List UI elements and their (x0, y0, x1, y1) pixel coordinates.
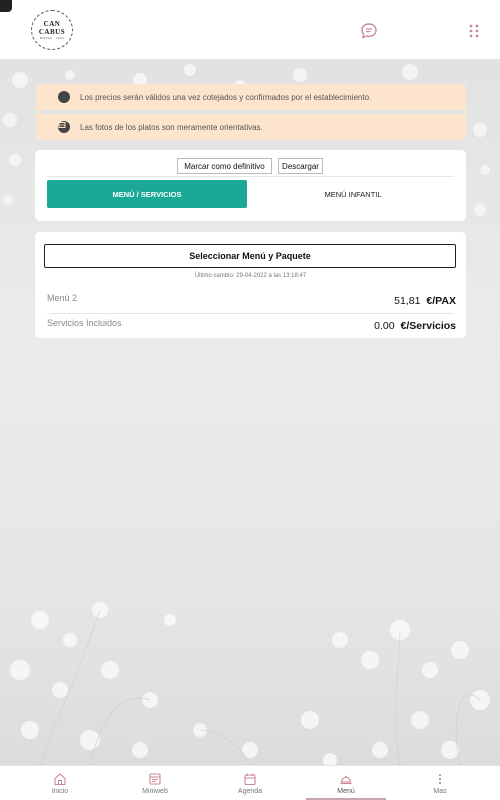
menu-selection-card: Seleccionar Menú y Paquete Último cambio… (35, 232, 466, 338)
floral-background: Los precios serán válidos una vez coteja… (0, 60, 500, 765)
grid-dots-icon[interactable] (468, 23, 480, 39)
mark-final-button[interactable]: Marcar como definitivo (177, 158, 272, 174)
services-row-label: Servicios Incluidos (47, 318, 122, 328)
menu-options-card: Marcar como definitivo Descargar MENÚ / … (35, 150, 466, 221)
nav-label: Agenda (237, 788, 263, 795)
logo-text-line1: CAN (43, 20, 61, 28)
calendar-icon (244, 773, 256, 786)
notice-text: Las fotos de los platos son meramente or… (80, 122, 263, 132)
home-icon (54, 773, 66, 786)
services-row-price: 0.00 €/Servicios (374, 320, 456, 332)
menu-row-label: Menú 2 (47, 293, 78, 303)
nav-label: Menú (337, 788, 355, 795)
nav-mas[interactable]: Mas (400, 766, 480, 800)
logo-text-line2: CABUS (38, 28, 66, 36)
corner-badge (0, 0, 12, 12)
moon-icon (58, 91, 70, 103)
logo-text-line3: MASIA · 1843 (39, 36, 65, 40)
nav-label: Inicio (51, 788, 69, 795)
chat-icon[interactable] (360, 22, 378, 40)
tab-menu-infantil[interactable]: MENÚ INFANTIL (253, 180, 453, 208)
nav-miniweb[interactable]: Miniweb (115, 766, 195, 800)
notice-prices: Los precios serán válidos una vez coteja… (36, 84, 466, 110)
miniweb-icon (149, 773, 161, 785)
menu-price-unit: €/PAX (426, 295, 456, 307)
menu-row-price: 51,81 €/PAX (394, 295, 456, 307)
nav-menu[interactable]: Menú (306, 766, 386, 800)
nav-inicio[interactable]: Inicio (20, 766, 100, 800)
services-price-unit: €/Servicios (400, 320, 456, 332)
nav-agenda[interactable]: Agenda (210, 766, 290, 800)
divider (47, 176, 454, 177)
more-vertical-icon (439, 774, 441, 784)
app-header: CAN CABUS MASIA · 1843 (0, 0, 500, 60)
notice-text: Los precios serán válidos una vez coteja… (80, 92, 372, 102)
services-price-amount: 0.00 (374, 320, 395, 332)
nav-label: Mas (433, 788, 447, 795)
last-change-text: Último cambio: 29-04-2022 a las 13:18:47 (194, 273, 307, 279)
divider (47, 313, 454, 314)
notice-photos: Las fotos de los platos son meramente or… (36, 114, 466, 140)
tab-menu-servicios[interactable]: MENÚ / SERVICIOS (47, 180, 247, 208)
image-icon (58, 121, 70, 133)
select-menu-package-button[interactable]: Seleccionar Menú y Paquete (44, 244, 456, 268)
download-button[interactable]: Descargar (278, 158, 323, 174)
bottom-nav: Inicio Miniweb Agenda Menú Mas (0, 765, 500, 800)
menu-price-amount: 51,81 (394, 295, 421, 307)
venue-logo[interactable]: CAN CABUS MASIA · 1843 (31, 10, 73, 50)
cloche-icon (340, 775, 352, 785)
nav-label: Miniweb (142, 788, 168, 795)
